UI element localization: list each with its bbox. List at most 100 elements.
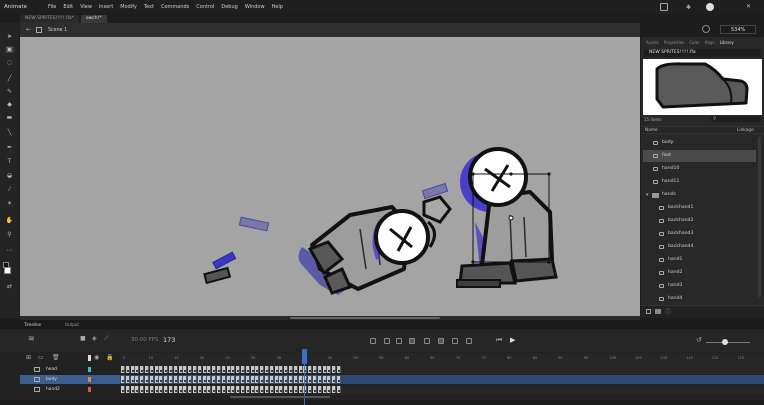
keyframe[interactable] <box>327 366 332 373</box>
keyframe[interactable] <box>255 386 260 393</box>
keyframe[interactable] <box>322 386 327 393</box>
keyframe[interactable] <box>241 376 245 383</box>
keyframe[interactable] <box>217 366 221 373</box>
menu-control[interactable]: Control <box>196 4 214 10</box>
keyframe[interactable] <box>337 376 341 383</box>
keyframe[interactable] <box>231 376 236 383</box>
keyframe[interactable] <box>159 386 164 393</box>
layer-row-2[interactable]: hand2 <box>20 385 120 394</box>
keyframe[interactable] <box>226 366 231 373</box>
new-folder-icon[interactable] <box>655 309 661 314</box>
keyframe[interactable] <box>293 376 298 383</box>
menu-modify[interactable]: Modify <box>120 4 137 10</box>
tab-doc-2[interactable]: owch!* <box>80 15 107 23</box>
keyframe[interactable] <box>236 376 241 383</box>
keyframe[interactable] <box>245 386 250 393</box>
center-frame-icon[interactable] <box>370 338 376 344</box>
fill-color-swatch[interactable] <box>4 267 11 274</box>
keyframe[interactable] <box>159 366 164 373</box>
layers-icon[interactable]: ≋ <box>28 334 35 343</box>
keyframe[interactable] <box>164 386 169 393</box>
library-item-hand2[interactable]: hand2 <box>643 267 756 279</box>
keyframe[interactable] <box>250 376 255 383</box>
keyframe[interactable] <box>135 376 140 383</box>
keyframe[interactable] <box>245 376 250 383</box>
loop-icon[interactable] <box>384 338 390 344</box>
keyframe[interactable] <box>197 376 202 383</box>
close-window-icon[interactable]: ✕ <box>746 3 751 10</box>
keyframe[interactable] <box>183 386 188 393</box>
menu-debug[interactable]: Debug <box>221 4 237 10</box>
keyframe[interactable] <box>212 376 217 383</box>
keyframe[interactable] <box>197 386 202 393</box>
keyframe[interactable] <box>289 376 293 383</box>
menu-help[interactable]: Help <box>272 4 283 10</box>
keyframe[interactable] <box>231 366 236 373</box>
keyframe[interactable] <box>173 376 178 383</box>
keyframe[interactable] <box>293 386 298 393</box>
zoom-slider[interactable] <box>706 342 750 343</box>
tab-properties[interactable]: Properties <box>664 40 684 47</box>
keyframe[interactable] <box>207 366 212 373</box>
keyframe[interactable] <box>188 376 193 383</box>
menu-text[interactable]: Text <box>144 4 154 10</box>
library-item-hand1[interactable]: hand1 <box>643 254 756 266</box>
layer-color-swatch[interactable] <box>88 387 91 392</box>
keyframe[interactable] <box>250 386 255 393</box>
keyframe[interactable] <box>130 366 135 373</box>
keyframe[interactable] <box>231 386 236 393</box>
library-item-hand4[interactable]: hand4 <box>643 293 756 305</box>
keyframe[interactable] <box>308 366 313 373</box>
delete-layer-icon[interactable]: 🗑 <box>52 354 60 361</box>
keyframe[interactable] <box>212 386 217 393</box>
keyframe[interactable] <box>260 366 265 373</box>
keyframe[interactable] <box>274 386 279 393</box>
menu-view[interactable]: View <box>80 4 92 10</box>
pen-tool-icon[interactable]: ✒ <box>5 144 14 151</box>
keyframe[interactable] <box>154 366 159 373</box>
keyframe[interactable] <box>279 366 284 373</box>
library-search-input[interactable]: ⚲ <box>711 116 761 122</box>
keyframe[interactable] <box>322 366 327 373</box>
keyframe[interactable] <box>121 386 125 393</box>
keyframe[interactable] <box>279 386 284 393</box>
rectangle-tool-icon[interactable]: ▬ <box>5 114 14 121</box>
keyframe[interactable] <box>313 386 317 393</box>
eyedropper-icon[interactable]: ⁄ <box>5 186 14 193</box>
frame-row-0[interactable] <box>120 365 764 374</box>
keyframe[interactable] <box>236 366 241 373</box>
menu-edit[interactable]: Edit <box>63 4 73 10</box>
keyframe[interactable] <box>317 366 322 373</box>
keyframe[interactable] <box>313 376 317 383</box>
chevron-down-icon[interactable]: ▾ <box>646 189 649 201</box>
keyframe[interactable] <box>169 376 173 383</box>
library-item-hand10[interactable]: hand10 <box>643 163 756 175</box>
workspace-icon[interactable] <box>660 3 668 11</box>
bone-tool-icon[interactable]: ✶ <box>5 200 14 207</box>
keyframe[interactable] <box>188 366 193 373</box>
library-scrollbar[interactable] <box>758 137 761 297</box>
play-button-icon[interactable]: ▶ <box>510 336 515 344</box>
keyframe[interactable] <box>221 386 226 393</box>
menu-insert[interactable]: Insert <box>99 4 113 10</box>
keyframe[interactable] <box>183 366 188 373</box>
layer-color-swatch[interactable] <box>88 367 91 372</box>
keyframe[interactable] <box>217 376 221 383</box>
keyframe[interactable] <box>274 366 279 373</box>
keyframe[interactable] <box>217 386 221 393</box>
timeline-scrollbar[interactable] <box>230 396 330 398</box>
keyframe[interactable] <box>332 366 337 373</box>
keyframe[interactable] <box>125 366 130 373</box>
tab-align[interactable]: Align <box>705 40 715 47</box>
keyframe[interactable] <box>269 366 274 373</box>
keyframe[interactable] <box>159 376 164 383</box>
edit-multiple-icon[interactable] <box>424 338 430 344</box>
onion-skin-icon[interactable] <box>396 338 402 344</box>
keyframe[interactable] <box>145 386 149 393</box>
keyframe[interactable] <box>202 386 207 393</box>
properties-icon[interactable]: ⓘ <box>665 307 671 316</box>
settings-icon[interactable]: ✱ <box>686 4 691 11</box>
menu-file[interactable]: File <box>48 4 56 10</box>
back-arrow-icon[interactable]: ← <box>26 26 31 33</box>
library-folder-hands[interactable]: ▾ hands <box>643 189 756 201</box>
